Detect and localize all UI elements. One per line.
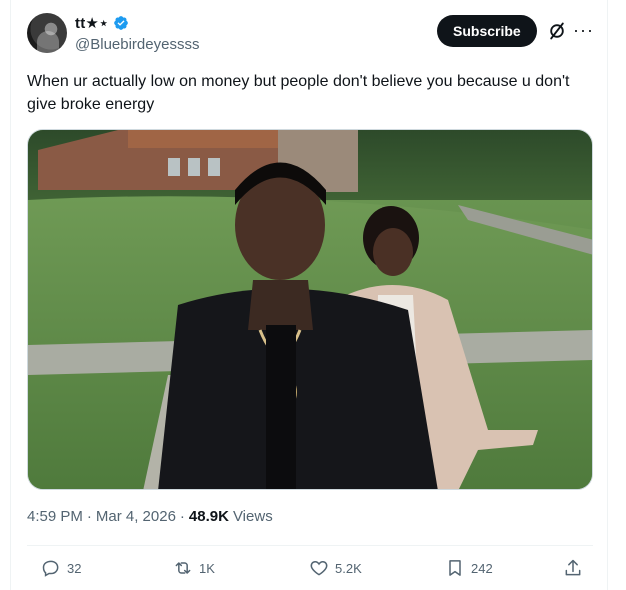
author-display-name[interactable]: tt★⋆ [75,14,109,32]
tweet-date[interactable]: Mar 4, 2026 [96,508,176,525]
reply-button[interactable]: 32 [41,558,81,578]
share-button[interactable] [563,558,583,578]
verified-badge-icon [113,16,128,30]
author-handle[interactable]: @Bluebirdeyessss [75,36,199,53]
subscribe-button[interactable]: Subscribe [437,15,537,47]
views-count: 48.9K [188,508,229,525]
like-count: 5.2K [335,560,362,576]
tweet-text: When ur actually low on money but people… [27,73,570,113]
meta-separator: · [179,508,185,525]
tweet-card: tt★⋆ @Bluebirdeyessss Subscribe ··· When… [10,0,608,590]
tweet-media-image[interactable] [27,129,593,490]
meta-separator: · [86,508,92,525]
bookmark-count: 242 [471,560,493,576]
reply-count: 32 [67,560,82,576]
tweet-meta: 4:59 PM · Mar 4, 2026 · 48.9K Views [27,508,273,525]
bookmark-button[interactable]: 242 [445,558,493,578]
repost-icon [175,562,191,574]
grok-icon[interactable] [547,21,567,41]
action-bar: 32 1K 5.2K 242 [27,558,593,582]
like-button[interactable]: 5.2K [309,558,362,578]
more-options-icon[interactable]: ··· [573,20,595,40]
bookmark-icon [449,560,461,576]
views-label: Views [232,508,273,525]
reply-icon [42,560,59,577]
divider [27,545,593,546]
avatar[interactable] [27,13,67,53]
repost-count: 1K [199,560,215,576]
share-icon [565,559,581,576]
tweet-time[interactable]: 4:59 PM [27,508,83,525]
repost-button[interactable]: 1K [173,558,215,578]
heart-icon [310,560,328,576]
author-name-row: tt★⋆ [75,14,129,32]
